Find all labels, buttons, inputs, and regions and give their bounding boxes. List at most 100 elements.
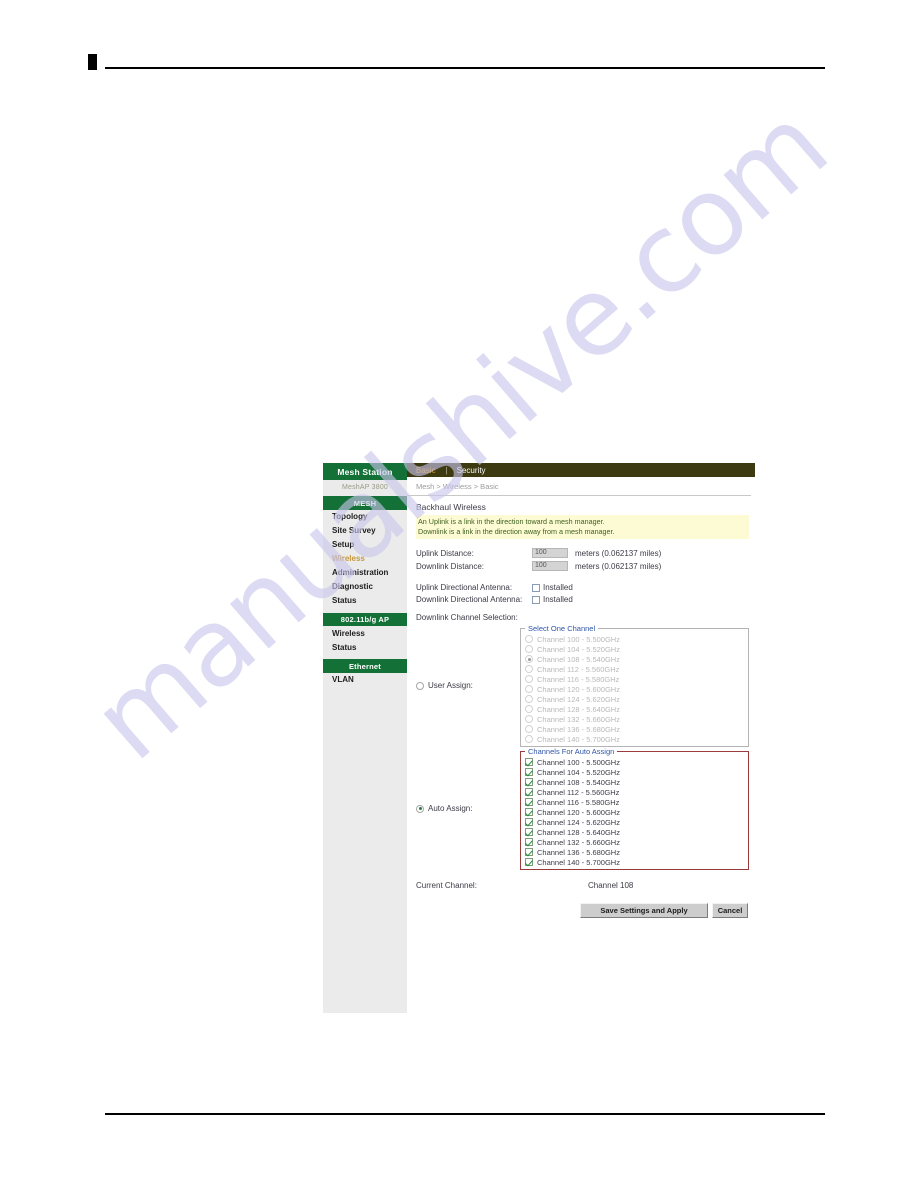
select-one-channel-item[interactable]: Channel 112 - 5.560GHz <box>525 664 744 674</box>
select-one-channel-radio[interactable] <box>525 715 533 724</box>
auto-assign-channel-item[interactable]: Channel 112 - 5.560GHz <box>525 787 744 797</box>
select-one-channel-item[interactable]: Channel 140 - 5.700GHz <box>525 734 744 744</box>
auto-assign-channel-item[interactable]: Channel 100 - 5.500GHz <box>525 757 744 767</box>
current-channel-label: Current Channel: <box>416 881 477 891</box>
select-one-channel-item[interactable]: Channel 132 - 5.660GHz <box>525 714 744 724</box>
auto-assign-channel-label: Channel 120 - 5.600GHz <box>537 807 620 817</box>
cancel-button[interactable]: Cancel <box>712 903 748 919</box>
sidebar-group-ethernet: Ethernet <box>323 659 407 673</box>
info-notice: An Uplink is a link in the direction tow… <box>416 515 749 540</box>
sidebar-item-diagnostic[interactable]: Diagnostic <box>323 580 407 594</box>
sidebar-item-topology[interactable]: Topology <box>323 510 407 524</box>
select-one-channel-legend: Select One Channel <box>528 624 596 634</box>
sidebar-group-80211bg-ap: 802.11b/g AP <box>323 612 407 626</box>
notice-line-1: An Uplink is a link in the direction tow… <box>418 517 605 526</box>
auto-assign-channel-item[interactable]: Channel 124 - 5.620GHz <box>525 817 744 827</box>
sidebar-item-ap-wireless[interactable]: Wireless <box>323 626 407 640</box>
sidebar-item-wireless[interactable]: Wireless <box>323 552 407 566</box>
tab-bar: Basic | Security <box>407 463 755 477</box>
sidebar-item-site-survey[interactable]: Site Survey <box>323 524 407 538</box>
auto-assign-channel-checkbox[interactable] <box>525 788 533 797</box>
auto-assign-channel-checkbox[interactable] <box>525 838 533 847</box>
sidebar-item-status[interactable]: Status <box>323 594 407 608</box>
downlink-antenna-checkbox[interactable] <box>532 595 540 604</box>
auto-assign-channel-checkbox[interactable] <box>525 808 533 817</box>
auto-assign-channel-label: Channel 100 - 5.500GHz <box>537 757 620 767</box>
select-one-channel-label: Channel 128 - 5.640GHz <box>537 704 620 714</box>
auto-assign-radio[interactable] <box>416 804 424 813</box>
sidebar-item-administration[interactable]: Administration <box>323 566 407 580</box>
footer-rule <box>105 1113 825 1115</box>
select-one-channel-list: Channel 100 - 5.500GHz Channel 104 - 5.52… <box>525 634 744 744</box>
uplink-antenna-checkbox-label: Installed <box>543 583 573 593</box>
auto-assign-label: Auto Assign: <box>428 804 473 814</box>
downlink-distance-label: Downlink Distance: <box>416 561 485 571</box>
tab-basic[interactable]: Basic <box>416 466 444 475</box>
user-assign-option[interactable]: User Assign: <box>416 681 520 690</box>
auto-assign-channel-item[interactable]: Channel 104 - 5.520GHz <box>525 767 744 777</box>
select-one-channel-radio[interactable] <box>525 685 533 694</box>
auto-assign-channel-label: Channel 112 - 5.560GHz <box>537 787 620 797</box>
select-one-channel-radio[interactable] <box>525 705 533 714</box>
tab-security[interactable]: Security <box>457 466 494 475</box>
select-one-channel-label: Channel 120 - 5.600GHz <box>537 684 620 694</box>
select-one-channel-label: Channel 140 - 5.700GHz <box>537 734 620 744</box>
uplink-antenna-checkbox[interactable] <box>532 583 540 592</box>
select-one-channel-radio[interactable] <box>525 645 533 654</box>
sidebar-item-setup[interactable]: Setup <box>323 538 407 552</box>
auto-assign-channel-checkbox[interactable] <box>525 828 533 837</box>
auto-assign-channel-item[interactable]: Channel 140 - 5.700GHz <box>525 857 744 867</box>
select-one-channel-item[interactable]: Channel 128 - 5.640GHz <box>525 704 744 714</box>
auto-assign-block: Auto Assign: Channels For Auto Assign Ch… <box>416 747 749 871</box>
select-one-channel-radio[interactable] <box>525 725 533 734</box>
select-one-channel-radio[interactable] <box>525 635 533 644</box>
select-one-channel-item[interactable]: Channel 100 - 5.500GHz <box>525 634 744 644</box>
select-one-channel-item[interactable]: Channel 120 - 5.600GHz <box>525 684 744 694</box>
auto-assign-channel-item[interactable]: Channel 116 - 5.580GHz <box>525 797 744 807</box>
header-marker-block <box>88 54 97 70</box>
select-one-channel-item[interactable]: Channel 116 - 5.580GHz <box>525 674 744 684</box>
auto-assign-channel-label: Channel 140 - 5.700GHz <box>537 857 620 867</box>
auto-assign-channel-item[interactable]: Channel 120 - 5.600GHz <box>525 807 744 817</box>
downlink-antenna-row: Downlink Directional Antenna: Installed <box>416 595 749 604</box>
channels-for-auto-assign-legend: Channels For Auto Assign <box>528 747 615 757</box>
current-channel-value: Channel 108 <box>588 881 634 891</box>
select-one-channel-fieldset: Select One Channel Channel 100 - 5.500GH… <box>520 624 749 748</box>
select-one-channel-radio[interactable] <box>525 675 533 684</box>
sidebar-item-ap-status[interactable]: Status <box>323 640 407 654</box>
select-one-channel-item[interactable]: Channel 124 - 5.620GHz <box>525 694 744 704</box>
uplink-distance-input[interactable] <box>532 548 568 559</box>
select-one-channel-radio[interactable] <box>525 665 533 674</box>
auto-assign-channel-item[interactable]: Channel 136 - 5.680GHz <box>525 847 744 857</box>
select-one-channel-radio[interactable] <box>525 655 533 664</box>
select-one-channel-radio[interactable] <box>525 695 533 704</box>
auto-assign-channel-item[interactable]: Channel 108 - 5.540GHz <box>525 777 744 787</box>
sidebar-item-vlan[interactable]: VLAN <box>323 673 407 687</box>
auto-assign-channel-checkbox[interactable] <box>525 818 533 827</box>
sidebar-brand-title: Mesh Station <box>323 463 407 480</box>
auto-assign-channel-checkbox[interactable] <box>525 848 533 857</box>
user-assign-radio[interactable] <box>416 681 424 690</box>
auto-assign-option[interactable]: Auto Assign: <box>416 804 520 813</box>
downlink-distance-input[interactable] <box>532 561 568 572</box>
uplink-distance-units: meters (0.062137 miles) <box>575 548 662 558</box>
header-rule <box>105 67 825 69</box>
downlink-distance-units: meters (0.062137 miles) <box>575 561 662 571</box>
save-settings-and-apply-button[interactable]: Save Settings and Apply <box>580 903 708 919</box>
select-one-channel-radio[interactable] <box>525 735 533 744</box>
select-one-channel-item[interactable]: Channel 108 - 5.540GHz <box>525 654 744 664</box>
select-one-channel-item[interactable]: Channel 136 - 5.680GHz <box>525 724 744 734</box>
auto-assign-channel-checkbox[interactable] <box>525 798 533 807</box>
auto-assign-channel-item[interactable]: Channel 128 - 5.640GHz <box>525 827 744 837</box>
select-one-channel-item[interactable]: Channel 104 - 5.520GHz <box>525 644 744 654</box>
auto-assign-channel-checkbox[interactable] <box>525 858 533 867</box>
auto-assign-channel-checkbox[interactable] <box>525 778 533 787</box>
auto-assign-channel-checkbox[interactable] <box>525 758 533 767</box>
uplink-antenna-row: Uplink Directional Antenna: Installed <box>416 583 749 592</box>
auto-assign-channel-label: Channel 128 - 5.640GHz <box>537 827 620 837</box>
auto-assign-channel-item[interactable]: Channel 132 - 5.660GHz <box>525 837 744 847</box>
auto-assign-channel-label: Channel 104 - 5.520GHz <box>537 767 620 777</box>
current-channel-row: Current Channel: Channel 108 <box>416 881 749 890</box>
tab-separator: | <box>445 465 448 475</box>
auto-assign-channel-checkbox[interactable] <box>525 768 533 777</box>
